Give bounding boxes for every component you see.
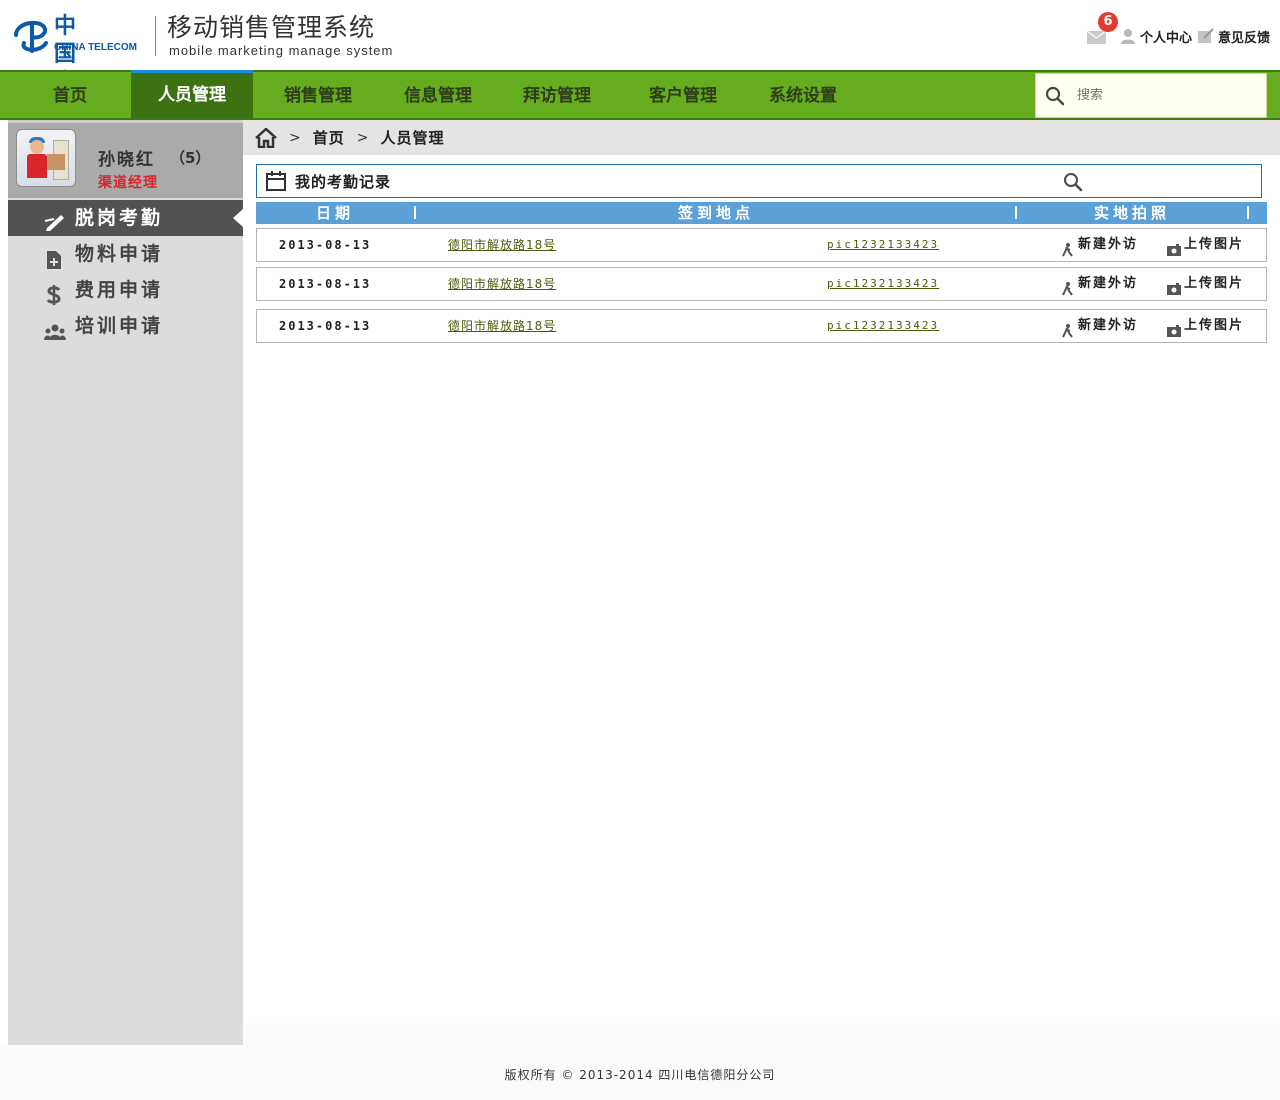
upload-image-button[interactable]: 上传图片 [1167,268,1244,300]
user-icon [1120,28,1136,44]
feedback-icon [1197,28,1214,44]
content-bottom-band [243,1023,1280,1045]
nav-item-home[interactable]: 首页 [10,72,130,118]
sidebar-item-training[interactable]: 培训申请 [8,308,243,344]
personal-center-label: 个人中心 [1139,30,1192,46]
upload-image-label: 上传图片 [1184,237,1245,252]
home-icon[interactable] [255,127,277,148]
table-row: 2013-08-13 德阳市解放路18号 pic1232133423 新建外访 … [256,267,1267,301]
row-address-link[interactable]: 德阳市解放路18号 [448,268,556,300]
row-date: 2013-08-13 [279,319,372,333]
row-address-link[interactable]: 德阳市解放路18号 [448,310,556,342]
camera-icon [1167,277,1181,295]
feedback-label: 意见反馈 [1217,30,1270,46]
group-icon [44,317,66,340]
nav-item-customer[interactable]: 客户管理 [623,72,743,118]
panel-title: 我的考勤记录 [295,172,392,191]
mail-icon [1086,31,1106,44]
nav-item-settings[interactable]: 系统设置 [743,72,863,118]
search-icon[interactable] [1063,172,1083,192]
top-search-box [1035,73,1267,118]
table-row: 2013-08-13 德阳市解放路18号 pic1232133423 新建外访 … [256,309,1267,343]
new-visit-label: 新建外访 [1078,276,1139,291]
feedback-link[interactable]: 意见反馈 [1197,27,1270,46]
walker-icon [1061,238,1075,257]
table-row: 2013-08-13 德阳市解放路18号 pic1232133423 新建外访 … [256,228,1267,262]
table-header: 日期 签到地点 实地拍照 [256,202,1267,224]
walker-icon [1061,277,1075,296]
new-visit-button[interactable]: 新建外访 [1061,310,1138,342]
edit-icon [44,209,64,231]
new-visit-label: 新建外访 [1078,318,1139,333]
header: 中国电信 CHINA TELECOM 移动销售管理系统 mobile marke… [0,0,1280,123]
nav-item-sales[interactable]: 销售管理 [258,72,378,118]
sidebar-item-material[interactable]: 物料申请 [8,236,243,272]
nav-item-visit[interactable]: 拜访管理 [497,72,617,118]
nav-item-info[interactable]: 信息管理 [378,72,498,118]
row-photo-link[interactable]: pic1232133423 [827,268,939,300]
column-header-location: 签到地点 [677,204,754,222]
logo-english-text: CHINA TELECOM [54,42,137,53]
upload-image-button[interactable]: 上传图片 [1167,310,1244,342]
sidebar: 孙晓红 （5） 渠道经理 脱岗考勤 物料申请 费用申请 培训申请 [8,120,243,1045]
nav-item-personnel[interactable]: 人员管理 [131,70,253,118]
sidebar-item-expense[interactable]: 费用申请 [8,272,243,308]
user-name: 孙晓红 [98,150,155,170]
chevron-right-icon: > [289,129,301,146]
copyright-text: 版权所有 © 2013-2014 四川电信德阳分公司 [504,1068,776,1082]
camera-icon [1167,319,1181,337]
logo-divider [155,16,156,56]
system-subtitle: mobile marketing manage system [169,43,394,58]
dollar-icon [44,281,64,305]
system-title: 移动销售管理系统 [167,13,376,42]
new-visit-label: 新建外访 [1078,237,1139,252]
row-date: 2013-08-13 [279,277,372,291]
sidebar-item-attendance[interactable]: 脱岗考勤 [8,200,243,236]
breadcrumb: > 首页 > 人员管理 [243,120,1280,155]
row-photo-link[interactable]: pic1232133423 [827,310,939,342]
sidebar-item-label: 培训申请 [75,315,164,337]
file-add-icon [44,245,64,269]
china-telecom-logo[interactable]: 中国电信 CHINA TELECOM [10,12,137,123]
main-nav: 首页 人员管理 销售管理 信息管理 拜访管理 客户管理 系统设置 [0,70,1280,120]
upload-image-button[interactable]: 上传图片 [1167,229,1244,261]
mail-count-badge: 6 [1097,12,1118,32]
sidebar-item-label: 物料申请 [75,243,164,265]
column-header-date: 日期 [315,204,354,222]
row-address-link[interactable]: 德阳市解放路18号 [448,229,556,261]
user-profile: 孙晓红 （5） 渠道经理 [8,120,243,198]
upload-image-label: 上传图片 [1184,276,1245,291]
column-header-photo: 实地拍照 [1093,204,1170,222]
chevron-right-icon: > [356,129,369,146]
avatar-box [47,154,65,170]
search-icon[interactable] [1045,86,1065,106]
breadcrumb-current: 人员管理 [380,129,445,147]
column-divider [1247,206,1249,219]
mail-button[interactable]: 6 [1086,12,1118,47]
avatar-body [27,154,47,178]
new-visit-button[interactable]: 新建外访 [1061,268,1138,300]
personal-center-link[interactable]: 个人中心 [1120,27,1192,46]
user-count: （5） [170,149,211,167]
sidebar-item-label: 脱岗考勤 [75,207,164,229]
row-date: 2013-08-13 [279,238,372,252]
avatar-head [30,140,44,154]
avatar[interactable] [16,129,76,187]
upload-image-label: 上传图片 [1184,318,1245,333]
side-menu: 脱岗考勤 物料申请 费用申请 培训申请 [8,200,243,344]
sidebar-item-label: 费用申请 [75,279,164,301]
calendar-icon [266,171,286,191]
footer: 版权所有 © 2013-2014 四川电信德阳分公司 [0,1045,1280,1100]
row-photo-link[interactable]: pic1232133423 [827,229,939,261]
walker-icon [1061,319,1075,338]
china-telecom-logo-icon [10,13,54,57]
top-links: 6 个人中心 意见反馈 [1086,12,1270,48]
attendance-panel-header: 我的考勤记录 [256,164,1262,198]
new-visit-button[interactable]: 新建外访 [1061,229,1138,261]
user-role: 渠道经理 [98,175,158,191]
camera-icon [1167,238,1181,256]
top-search-input[interactable] [1077,88,1247,103]
breadcrumb-home-link[interactable]: 首页 [313,127,345,148]
